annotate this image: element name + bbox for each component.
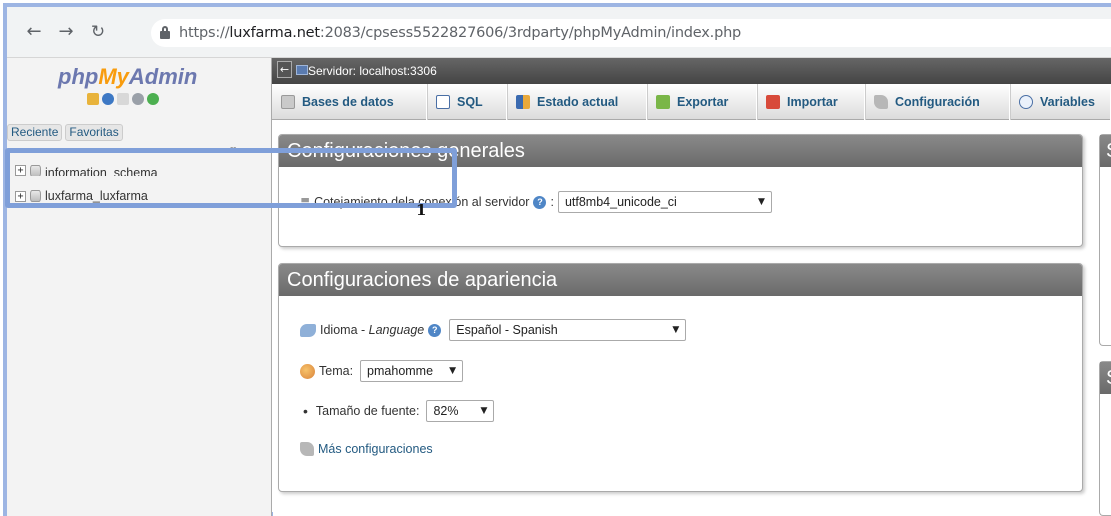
help-icon[interactable]: ? — [428, 323, 442, 337]
lock-icon — [160, 26, 170, 39]
favorites-tab[interactable]: Favoritas — [65, 124, 123, 141]
collation-select[interactable]: utf8mb4_unicode_ci ▼ — [557, 191, 772, 213]
tab-variables[interactable]: Variables — [1010, 84, 1111, 120]
sql-icon — [436, 95, 450, 109]
right-panel-head: S — [1100, 135, 1111, 167]
tab-exportar[interactable]: Exportar — [647, 84, 757, 120]
tab-sql[interactable]: SQL — [427, 84, 507, 120]
collation-colon: : — [550, 195, 554, 209]
quick-links — [87, 93, 159, 107]
url-scheme: https:// — [179, 25, 230, 41]
font-size-row: • Tamaño de fuente: 82% ▼ — [300, 400, 495, 422]
theme-row: Tema: pmahomme ▼ — [300, 360, 464, 382]
help-icon[interactable]: ? — [533, 195, 547, 209]
more-settings-link[interactable]: Más configuraciones — [318, 442, 433, 456]
palette-icon — [300, 363, 315, 379]
right-panel-top: S — [1099, 134, 1111, 346]
tab-configuracion[interactable]: Configuración — [865, 84, 1010, 120]
language-select[interactable]: Español - Spanish ▼ — [449, 319, 687, 341]
font-size-select[interactable]: 82% ▼ — [426, 400, 495, 422]
language-row: Idioma - Language ? Español - Spanish ▼ — [300, 319, 687, 341]
language-label: Idioma - Language — [320, 323, 425, 337]
recent-tab[interactable]: Reciente — [7, 124, 63, 141]
arrow-left-icon[interactable]: ← — [23, 21, 45, 43]
server-breadcrumb-bar: ← Servidor: localhost:3306 — [272, 58, 1111, 84]
reload-icon[interactable]: ↻ — [87, 21, 109, 43]
chevron-down-icon: ▼ — [672, 325, 680, 335]
recent-favorites-tabs: Reciente Favoritas — [7, 124, 123, 141]
top-menu: Bases de datos SQL Estado actual Exporta… — [272, 84, 1111, 120]
wrench-icon — [874, 95, 888, 109]
variables-icon — [1019, 95, 1033, 109]
database-icon — [281, 95, 295, 109]
tab-estado-actual[interactable]: Estado actual — [507, 84, 647, 120]
url-text[interactable]: https://luxfarma.net:2083/cpsess55228276… — [179, 25, 741, 41]
theme-select[interactable]: pmahomme ▼ — [360, 360, 464, 382]
navigation-panel: phpMyAdmin Reciente Favoritas ∞ + inform… — [7, 58, 272, 516]
browser-toolbar: ← → ↻ https://luxfarma.net:2083/cpsess55… — [7, 7, 1111, 58]
tab-importar[interactable]: Importar — [757, 84, 865, 120]
bullet-icon: • — [303, 403, 308, 419]
refresh-icon[interactable] — [147, 93, 159, 105]
chevron-down-icon: ▼ — [449, 366, 457, 376]
settings-gear-icon[interactable] — [132, 93, 144, 105]
annotation-number: 1 — [416, 201, 427, 219]
wrench-icon — [300, 442, 314, 456]
server-label[interactable]: Servidor: localhost:3306 — [308, 64, 437, 78]
language-icon — [300, 323, 316, 337]
font-size-label: Tamaño de fuente: — [315, 404, 420, 418]
appearance-settings-panel: Configuraciones de apariencia Idioma - L… — [278, 263, 1083, 492]
import-icon — [766, 95, 780, 109]
address-bar[interactable]: https://luxfarma.net:2083/cpsess55228276… — [151, 19, 1111, 47]
url-host: luxfarma.net — [229, 25, 320, 41]
phpmyadmin-logo[interactable]: phpMyAdmin — [58, 64, 197, 90]
appearance-settings-title: Configuraciones de apariencia — [279, 264, 1082, 296]
logout-icon[interactable] — [102, 93, 114, 105]
chevron-down-icon: ▼ — [480, 406, 488, 416]
collapse-arrow-icon[interactable]: ← — [277, 61, 292, 78]
server-icon — [296, 65, 308, 75]
right-panel-head: S — [1100, 362, 1111, 394]
right-panel-bottom: S — [1099, 361, 1111, 516]
more-settings-row: Más configuraciones — [300, 442, 433, 456]
annotation-highlight — [5, 148, 457, 208]
export-icon — [656, 95, 670, 109]
chevron-down-icon: ▼ — [758, 197, 765, 207]
url-path: :2083/cpsess5522827606/3rdparty/phpMyAdm… — [319, 25, 742, 41]
arrow-right-icon[interactable]: → — [55, 21, 77, 43]
tab-bases-de-datos[interactable]: Bases de datos — [272, 84, 427, 120]
docs-icon[interactable] — [117, 93, 129, 105]
home-icon[interactable] — [87, 93, 99, 105]
theme-label: Tema: — [319, 364, 354, 378]
status-chart-icon — [516, 95, 530, 109]
